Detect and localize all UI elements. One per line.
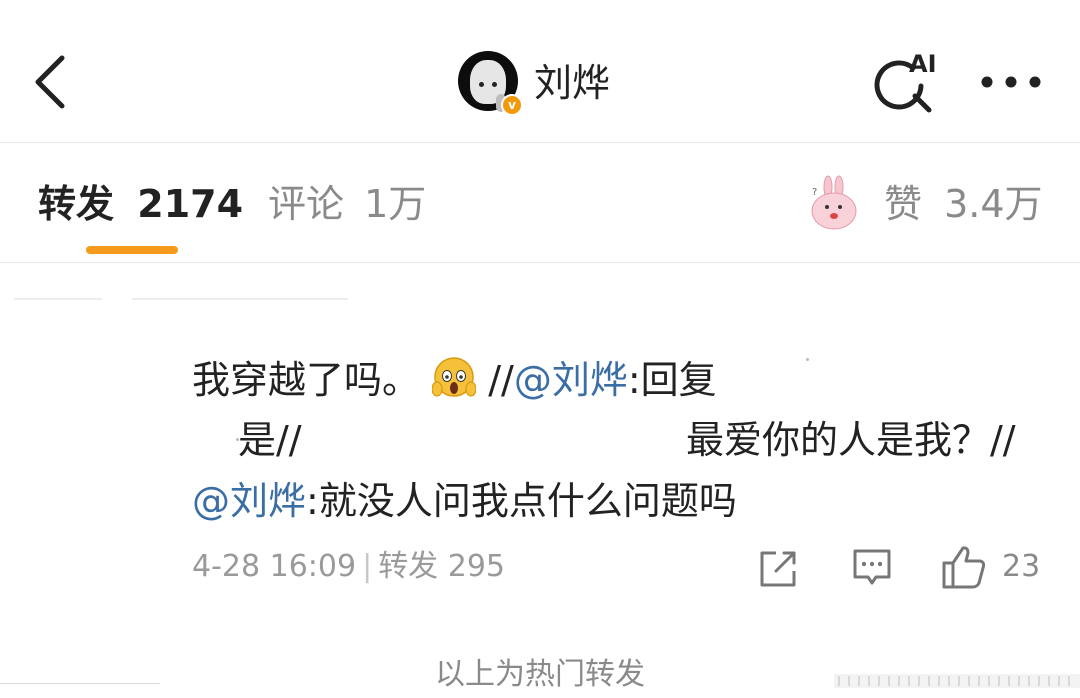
repost-text: 是// <box>238 418 302 462</box>
repost-line-2-right: 最爱你的人是我？// <box>686 410 1016 471</box>
repost-text: :就没人问我点什么问题吗 <box>306 479 737 523</box>
tab-comment[interactable]: 评论 1万 <box>268 176 426 232</box>
divider-line <box>0 683 160 684</box>
mention-link[interactable]: @刘烨 <box>514 358 628 402</box>
ai-label: AI <box>909 50 937 78</box>
repost-line-2-left: 是// <box>238 410 302 471</box>
thumbs-up-icon[interactable] <box>940 543 988 591</box>
ai-search-icon[interactable]: AI <box>873 50 943 114</box>
tabs-divider <box>0 262 1080 263</box>
scroll-indicator <box>834 674 1080 688</box>
share-icon[interactable] <box>756 543 800 591</box>
tab-comment-count: 1万 <box>364 182 427 226</box>
chevron-left-icon[interactable] <box>28 52 76 112</box>
user-name[interactable]: 刘烨 <box>534 58 610 108</box>
tab-repost-count: 2174 <box>137 182 244 226</box>
tab-like-label: 赞 <box>884 182 923 226</box>
repost-text: 最爱你的人是我？// <box>686 418 1016 462</box>
meta-repost-label: 转发 <box>378 549 439 584</box>
redacted-line <box>14 298 102 300</box>
tab-repost-label: 转发 <box>38 182 115 226</box>
scream-emoji-icon <box>432 357 477 397</box>
redacted-mark <box>236 438 239 441</box>
redacted-line <box>132 298 348 300</box>
repost-text: 我穿越了吗。 <box>192 358 421 402</box>
repost-text: :回复 <box>627 358 717 402</box>
meta-separator: | <box>362 549 373 584</box>
redacted-mark <box>806 358 809 361</box>
tab-comment-label: 评论 <box>268 182 345 226</box>
mention-link[interactable]: @刘烨 <box>192 479 306 523</box>
avatar-face <box>470 60 506 112</box>
svg-text:?: ? <box>812 187 817 198</box>
like-count: 23 <box>1002 549 1041 584</box>
tab-like-count: 3.4万 <box>944 182 1043 226</box>
timestamp: 4-28 16:09 <box>192 549 357 584</box>
more-icon[interactable] <box>978 70 1044 94</box>
meta-repost-count: 295 <box>447 549 505 584</box>
verified-badge-icon: v <box>501 94 523 116</box>
repost-line-1: 我穿越了吗。 //@刘烨:回复 <box>192 350 717 411</box>
tab-repost[interactable]: 转发 2174 <box>38 176 243 232</box>
repost-line-3: @刘烨:就没人问我点什么问题吗 <box>192 471 737 532</box>
header-divider <box>0 142 1080 143</box>
tab-like[interactable]: 赞 3.4万 <box>884 176 1043 232</box>
bunny-sticker-icon: ? <box>811 175 857 230</box>
repost-separator: // <box>488 358 514 402</box>
repost-meta: 4-28 16:09 | 转发 295 <box>192 544 505 590</box>
active-tab-indicator <box>86 246 178 254</box>
top-bar: v 刘烨 AI <box>0 0 1080 142</box>
comment-icon[interactable] <box>850 543 894 591</box>
